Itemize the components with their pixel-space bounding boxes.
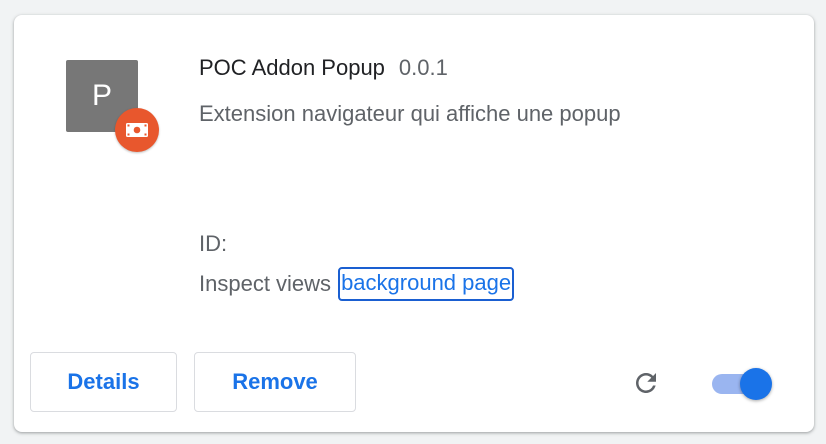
toggle-knob: [740, 368, 772, 400]
extension-icon-letter: P: [91, 79, 112, 112]
extension-card: P POC Addon Popup 0.0.1 Extension navigat…: [14, 15, 814, 432]
remove-button[interactable]: Remove: [194, 352, 356, 412]
details-button[interactable]: Details: [30, 352, 177, 412]
extension-id-label: ID:: [199, 231, 228, 256]
reload-icon[interactable]: [631, 368, 661, 398]
inspect-views-label: Inspect views: [199, 271, 332, 296]
extension-description: Extension navigateur qui affiche une pop…: [199, 101, 621, 126]
enable-toggle[interactable]: [710, 367, 776, 401]
unpacked-extension-icon: [115, 108, 159, 152]
extension-title: POC Addon Popup 0.0.1: [199, 55, 448, 81]
extension-version: 0.0.1: [398, 55, 448, 80]
extension-name: POC Addon Popup: [199, 55, 385, 80]
inspect-views-row: Inspect views background page: [199, 267, 515, 301]
background-page-link[interactable]: background page: [338, 267, 515, 301]
